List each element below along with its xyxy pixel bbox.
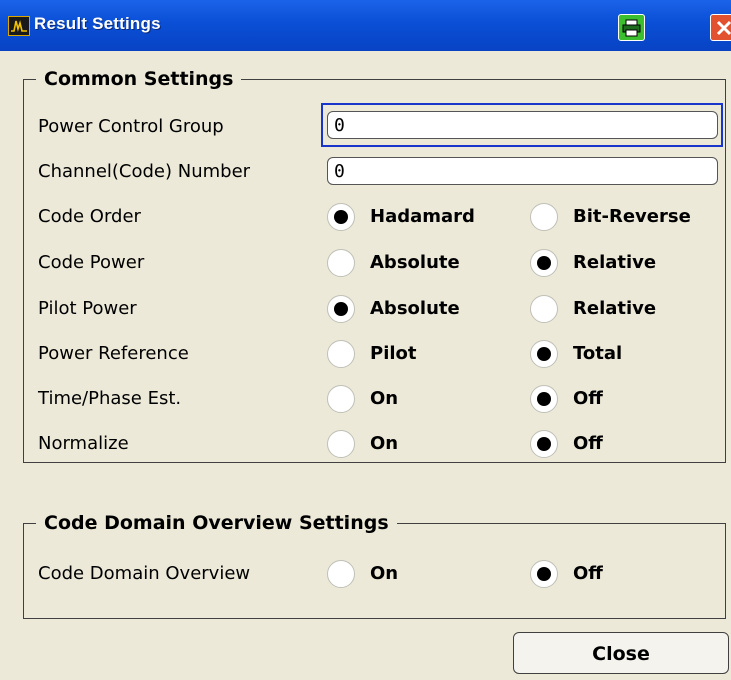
normalize-on-label: On <box>370 433 399 454</box>
close-button[interactable]: Close <box>513 632 729 674</box>
pilot-power-absolute-radio[interactable] <box>327 295 355 323</box>
time-phase-off-label: Off <box>573 388 603 409</box>
code-order-hadamard-radio[interactable] <box>327 203 355 231</box>
channel-number-label: Channel(Code) Number <box>38 161 251 182</box>
time-phase-label: Time/Phase Est. <box>38 388 182 409</box>
printer-icon[interactable] <box>618 14 645 41</box>
pilot-power-relative-radio[interactable] <box>530 295 558 323</box>
power-control-group-field[interactable] <box>327 111 718 139</box>
code-domain-overview-off-radio[interactable] <box>530 560 558 588</box>
code-domain-overview-off-label: Off <box>573 563 603 584</box>
title-bar: Result Settings <box>0 0 731 51</box>
code-order-bit-reverse-radio[interactable] <box>530 203 558 231</box>
spectrum-app-icon <box>8 16 30 36</box>
window-title: Result Settings <box>34 14 161 33</box>
time-phase-on-label: On <box>370 388 399 409</box>
code-power-absolute-label: Absolute <box>370 252 460 273</box>
power-reference-pilot-radio[interactable] <box>327 340 355 368</box>
power-reference-total-radio[interactable] <box>530 340 558 368</box>
code-domain-overview-on-radio[interactable] <box>327 560 355 588</box>
code-order-bit-reverse-label: Bit-Reverse <box>573 206 691 227</box>
normalize-label: Normalize <box>38 433 129 454</box>
normalize-off-label: Off <box>573 433 603 454</box>
code-power-relative-label: Relative <box>573 252 657 273</box>
time-phase-off-radio[interactable] <box>530 385 558 413</box>
code-order-label: Code Order <box>38 206 141 227</box>
time-phase-on-radio[interactable] <box>327 385 355 413</box>
common-settings-title: Common Settings <box>36 66 242 92</box>
close-icon[interactable] <box>710 14 731 41</box>
pilot-power-label: Pilot Power <box>38 298 137 319</box>
code-domain-overview-on-label: On <box>370 563 399 584</box>
channel-number-field[interactable] <box>327 157 718 185</box>
power-reference-pilot-label: Pilot <box>370 343 417 364</box>
pilot-power-absolute-label: Absolute <box>370 298 460 319</box>
code-order-hadamard-label: Hadamard <box>370 206 475 227</box>
code-power-label: Code Power <box>38 252 145 273</box>
overview-settings-title: Code Domain Overview Settings <box>36 510 397 536</box>
power-control-group-label: Power Control Group <box>38 116 224 137</box>
power-reference-total-label: Total <box>573 343 623 364</box>
code-power-relative-radio[interactable] <box>530 249 558 277</box>
normalize-off-radio[interactable] <box>530 430 558 458</box>
power-reference-label: Power Reference <box>38 343 189 364</box>
code-domain-overview-label: Code Domain Overview <box>38 563 251 584</box>
normalize-on-radio[interactable] <box>327 430 355 458</box>
pilot-power-relative-label: Relative <box>573 298 657 319</box>
code-power-absolute-radio[interactable] <box>327 249 355 277</box>
